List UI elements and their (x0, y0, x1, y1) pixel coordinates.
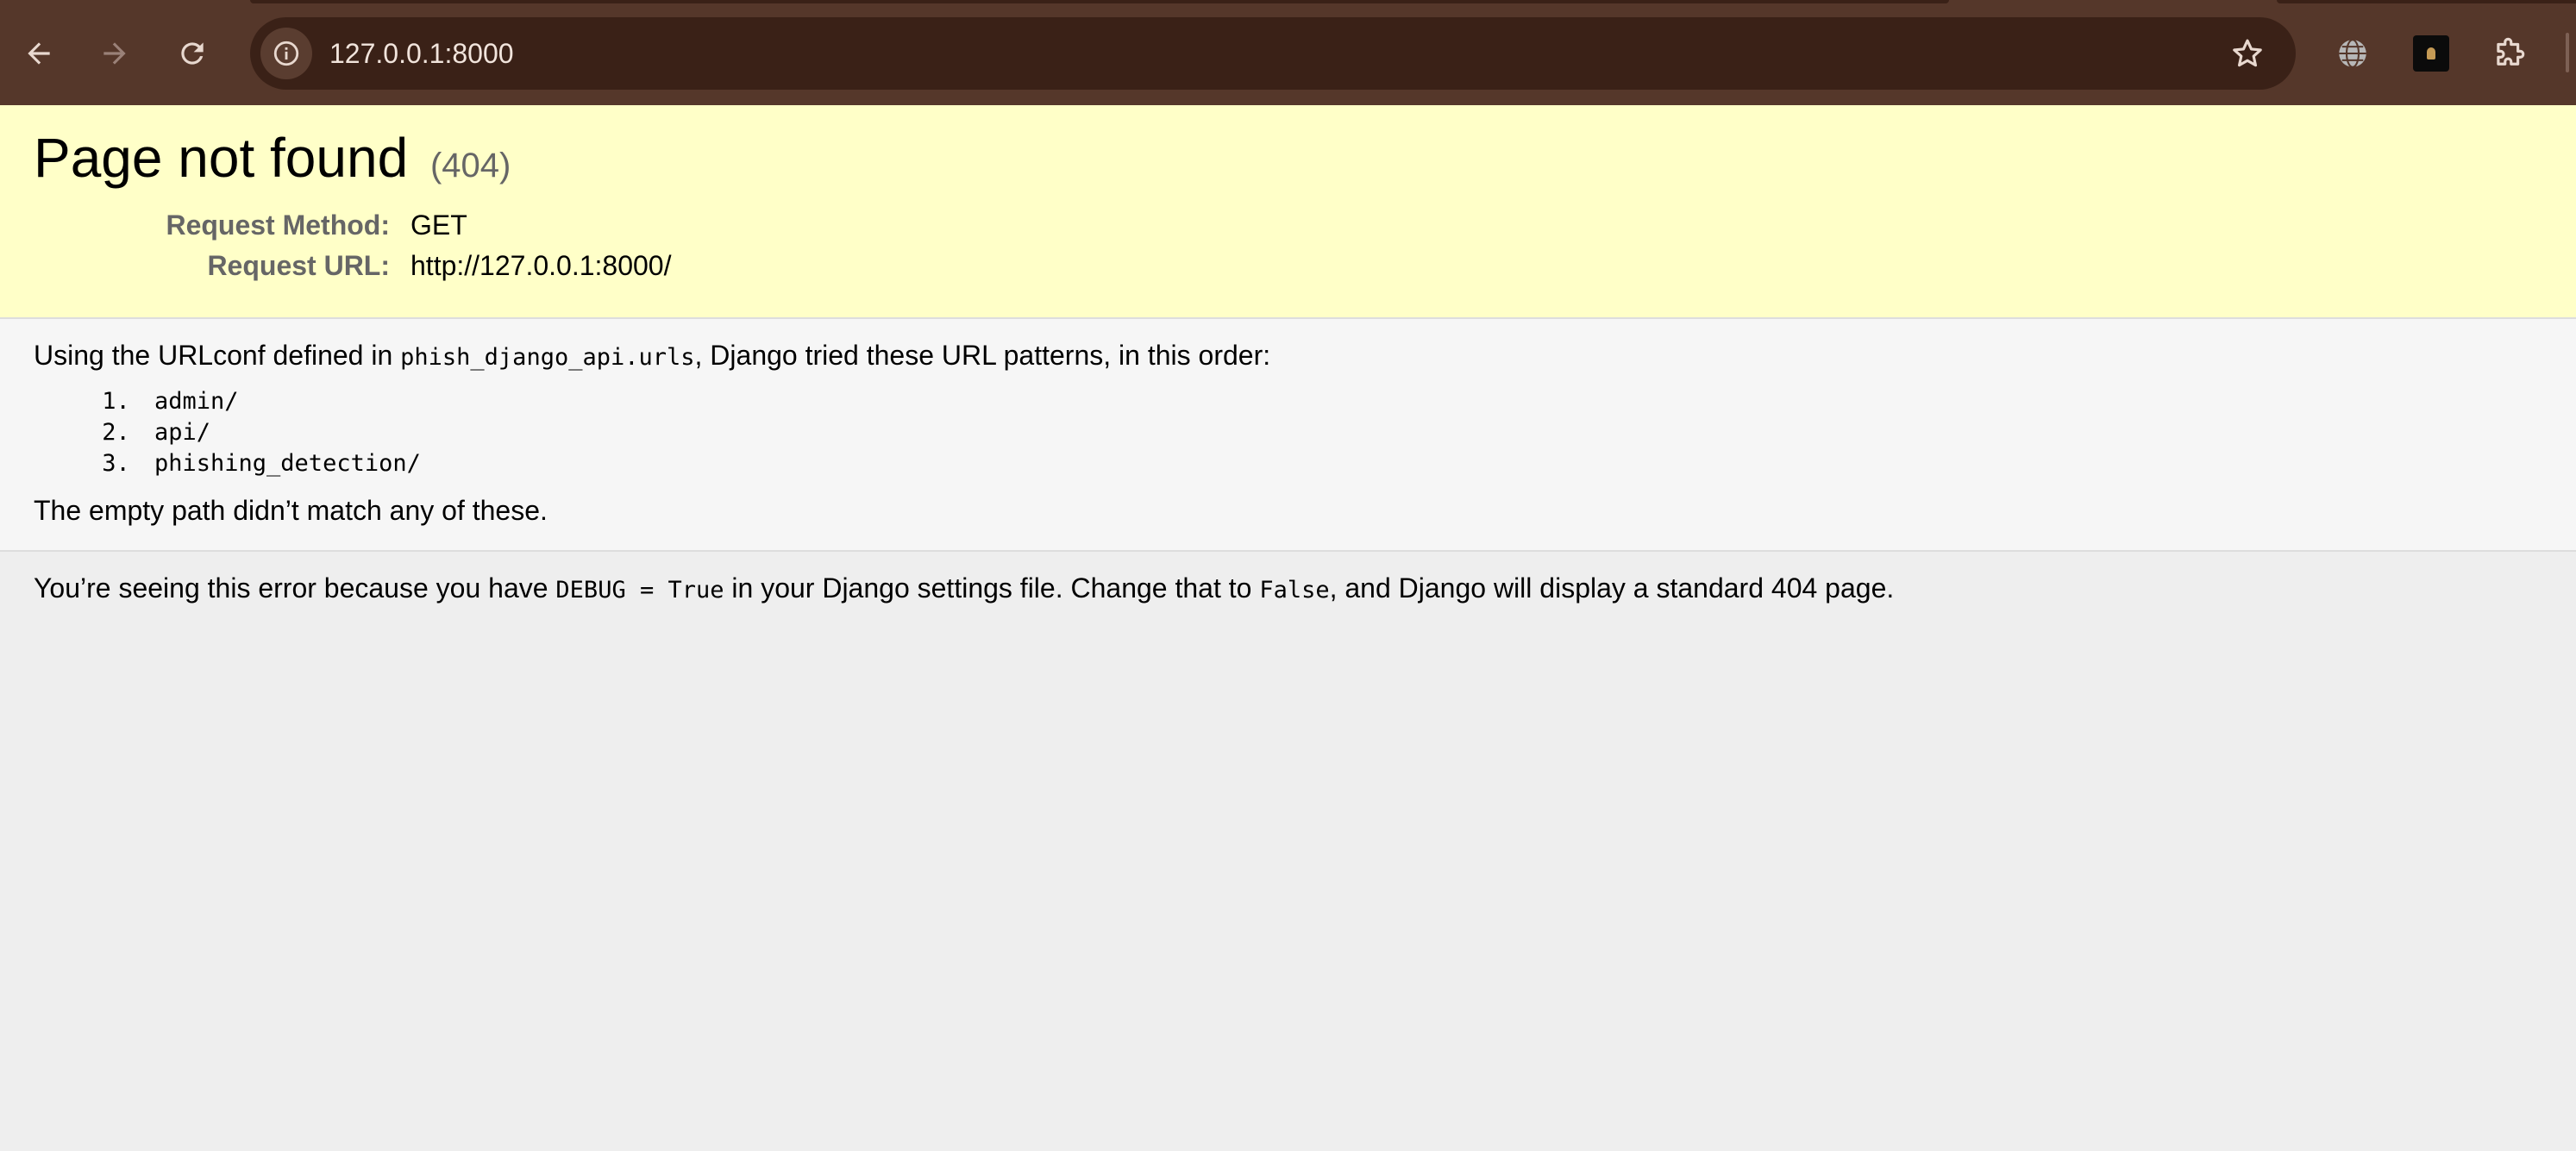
explanation-part2: in your Django settings file. Change tha… (724, 572, 1260, 604)
star-icon (2233, 39, 2262, 67)
back-button[interactable] (12, 27, 66, 80)
browser-toolbar: 127.0.0.1:8000 (0, 0, 2576, 105)
extension-app-button[interactable] (2404, 27, 2458, 80)
no-match-message: The empty path didn’t match any of these… (34, 494, 548, 526)
explanation-part3: , and Django will display a standard 404… (1329, 572, 1895, 604)
arrow-left-icon (28, 42, 50, 65)
explanation-text: You’re seeing this error because you hav… (34, 571, 2542, 607)
false-value-code: False (1259, 577, 1330, 604)
error-summary: Page not found (404) Request Method: GET… (0, 105, 2576, 319)
address-bar[interactable]: 127.0.0.1:8000 (250, 17, 2296, 90)
intro-suffix: , Django tried these URL patterns, in th… (694, 340, 1271, 371)
request-meta-table: Request Method: GET Request URL: http://… (34, 205, 671, 286)
explanation-part1: You’re seeing this error because you hav… (34, 572, 556, 604)
debug-explanation: You’re seeing this error because you hav… (0, 552, 2576, 626)
reload-icon (181, 42, 204, 65)
request-method-value: GET (411, 210, 467, 241)
url-pattern-item: admin/ (144, 386, 2542, 417)
info-icon (273, 41, 299, 66)
url-pattern-list: admin/ api/ phishing_detection/ (144, 386, 2542, 479)
page-title-text: Page not found (34, 127, 409, 189)
extension-app-icon (2413, 35, 2449, 72)
reload-button[interactable] (166, 27, 219, 80)
extensions-menu-button[interactable] (2483, 27, 2536, 80)
puzzle-piece-icon (2497, 37, 2525, 66)
request-method-label: Request Method: (166, 210, 390, 241)
toolbar-divider (2566, 33, 2569, 72)
forward-button[interactable] (88, 27, 141, 80)
page-title: Page not found (404) (34, 128, 2542, 188)
request-url-row: Request URL: http://127.0.0.1:8000/ (34, 246, 671, 286)
debug-setting-code: DEBUG = True (555, 577, 724, 604)
intro-prefix: Using the URLconf defined in (34, 340, 401, 371)
tab-strip-edge (0, 0, 2576, 5)
translate-button[interactable] (2326, 27, 2379, 80)
url-pattern-item: phishing_detection/ (144, 448, 2542, 479)
arrow-right-icon (103, 42, 126, 65)
request-method-row: Request Method: GET (34, 205, 671, 246)
status-code: (404) (429, 147, 511, 185)
bookmark-button[interactable] (2228, 34, 2266, 72)
request-url-label: Request URL: (207, 250, 390, 282)
globe-icon (2339, 39, 2366, 68)
urlconf-module: phish_django_api.urls (400, 344, 695, 371)
url-text[interactable]: 127.0.0.1:8000 (329, 17, 514, 90)
request-url-value: http://127.0.0.1:8000/ (411, 250, 672, 282)
url-pattern-item: api/ (144, 417, 2542, 448)
url-patterns-info: Using the URLconf defined in phish_djang… (0, 319, 2576, 552)
page-content: Page not found (404) Request Method: GET… (0, 105, 2576, 1151)
site-info-button[interactable] (260, 28, 312, 79)
urlconf-intro: Using the URLconf defined in phish_djang… (34, 338, 2542, 374)
